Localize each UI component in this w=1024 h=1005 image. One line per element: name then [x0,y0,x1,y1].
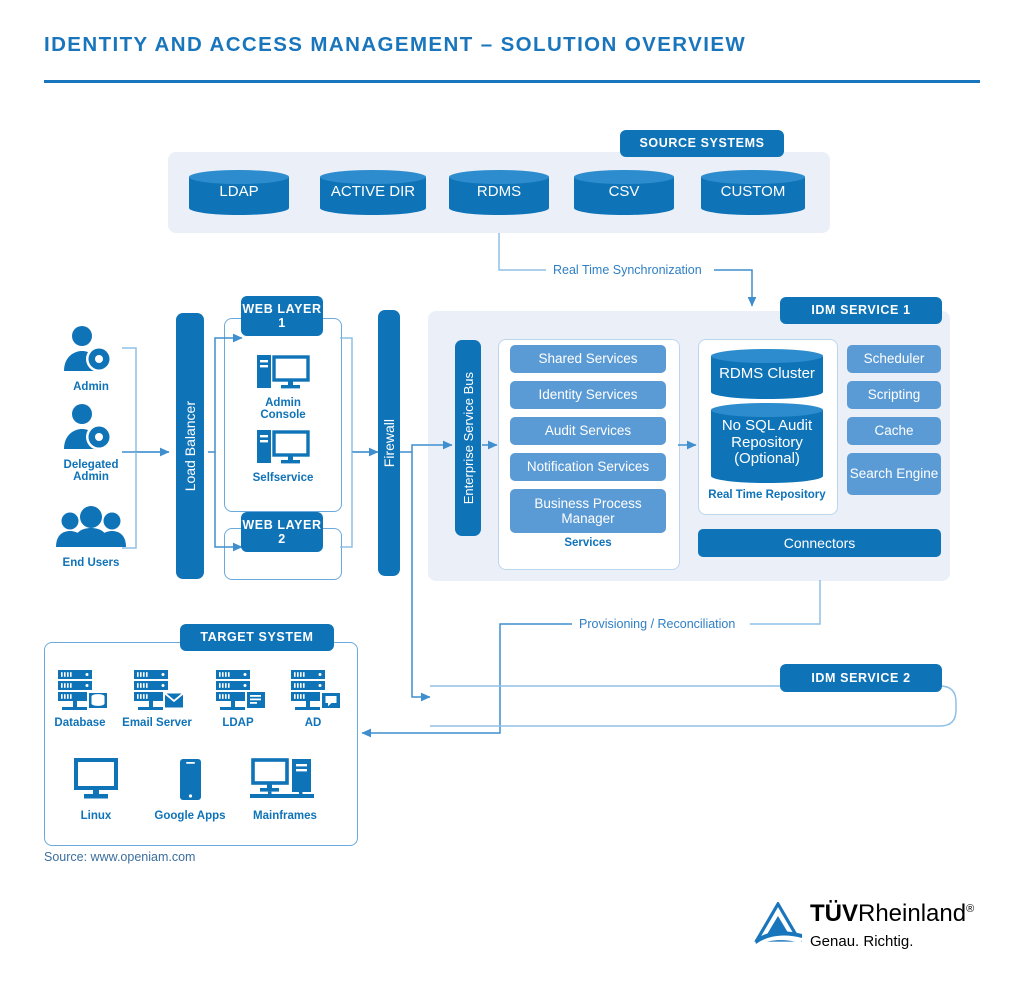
source-cylinder-label: ACTIVE DIR [330,183,416,201]
flow-label-provisioning: Provisioning / Reconciliation [572,617,743,631]
source-cylinder-label: CUSTOM [720,183,786,201]
source-cylinder: CSV [574,170,674,215]
connector-lines [122,233,957,738]
repository-cylinder-label: RDMS Cluster [719,364,815,382]
repository-cylinder: RDMS Cluster [711,349,823,399]
source-cylinder-label: LDAP [219,183,259,201]
repository-cylinder: No SQL Audit Repository (Optional) [711,403,823,483]
source-cylinder-label: RDMS [476,183,522,201]
web-layer-1-text: WEB LAYER 1 [242,301,322,330]
web-layer-2-label: WEB LAYER 2 [241,512,323,552]
source-cylinder: LDAP [189,170,289,215]
idm-service-1-label: IDM SERVICE 1 [780,297,942,324]
idm-service-2-label: IDM SERVICE 2 [780,664,942,692]
source-cylinder-label: CSV [608,183,640,201]
web-layer-2-text: WEB LAYER 2 [242,517,322,546]
repository-cylinder-label: No SQL Audit Repository (Optional) [721,416,813,468]
flow-label-sync: Real Time Synchronization [546,263,709,277]
source-systems-label: SOURCE SYSTEMS [620,130,784,157]
target-system-label: TARGET SYSTEM [180,624,334,651]
source-cylinder: RDMS [449,170,549,215]
web-layer-1-label: WEB LAYER 1 [241,296,323,336]
source-cylinder: CUSTOM [701,170,805,215]
source-cylinder: ACTIVE DIR [320,170,426,215]
